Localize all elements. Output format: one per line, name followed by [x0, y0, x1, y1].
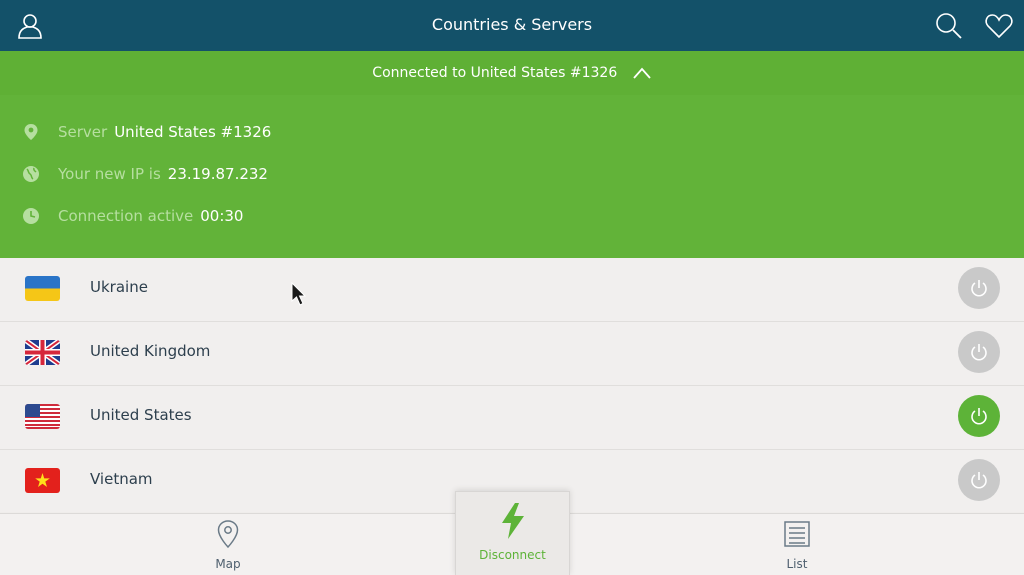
uk-flag-icon [25, 340, 60, 365]
server-label: Server [58, 123, 108, 141]
connection-time-label: Connection active [58, 207, 194, 225]
us-flag-icon [25, 404, 60, 429]
tab-map[interactable]: Map [168, 514, 288, 575]
disconnect-button[interactable]: Disconnect [455, 491, 570, 575]
connection-status-text: Connected to United States #1326 [372, 65, 618, 81]
mouse-cursor-icon [291, 282, 307, 306]
connection-status-bar[interactable]: Connected to United States #1326 [0, 51, 1024, 95]
ip-info-row: Your new IP is 23.19.87.232 [22, 163, 268, 185]
lightning-bolt-icon [501, 503, 524, 539]
list-icon [784, 521, 810, 547]
list-item[interactable]: United Kingdom [0, 322, 1024, 386]
ip-value: 23.19.87.232 [167, 165, 268, 183]
search-icon[interactable] [934, 11, 964, 41]
list-item[interactable]: Ukraine [0, 258, 1024, 322]
location-pin-icon [24, 124, 38, 140]
server-info-row: Server United States #1326 [22, 121, 271, 143]
power-icon [971, 280, 987, 297]
top-bar: Countries & Servers [0, 0, 1024, 51]
connection-time-row: Connection active 00:30 [22, 205, 243, 227]
clock-icon [23, 208, 39, 224]
connection-time-value: 00:30 [200, 207, 244, 225]
server-value: United States #1326 [114, 123, 272, 141]
connect-button[interactable] [958, 267, 1000, 309]
page-title: Countries & Servers [431, 15, 593, 34]
list-item[interactable]: United States [0, 386, 1024, 450]
country-list: Ukraine United Kingdom United States Vie… [0, 258, 1024, 514]
ukraine-flag-icon [25, 276, 60, 301]
power-icon [971, 408, 987, 425]
disconnect-label: Disconnect [479, 548, 546, 562]
power-icon [971, 472, 987, 489]
tab-list[interactable]: List [737, 514, 857, 575]
tab-list-label: List [786, 557, 808, 571]
connection-details-panel: Server United States #1326 Your new IP i… [0, 95, 1024, 258]
globe-icon [23, 166, 39, 182]
vietnam-flag-icon [25, 468, 60, 493]
ip-label: Your new IP is [58, 165, 161, 183]
tab-map-label: Map [215, 557, 241, 571]
connect-button[interactable] [958, 459, 1000, 501]
country-name: United States [90, 406, 192, 424]
connect-button[interactable] [958, 395, 1000, 437]
map-pin-icon [217, 520, 239, 549]
heart-icon[interactable] [984, 11, 1014, 41]
power-icon [971, 344, 987, 361]
connect-button[interactable] [958, 331, 1000, 373]
country-name: Vietnam [90, 470, 153, 488]
country-name: Ukraine [90, 278, 148, 296]
country-name: United Kingdom [90, 342, 211, 360]
chevron-up-icon[interactable] [632, 67, 652, 79]
